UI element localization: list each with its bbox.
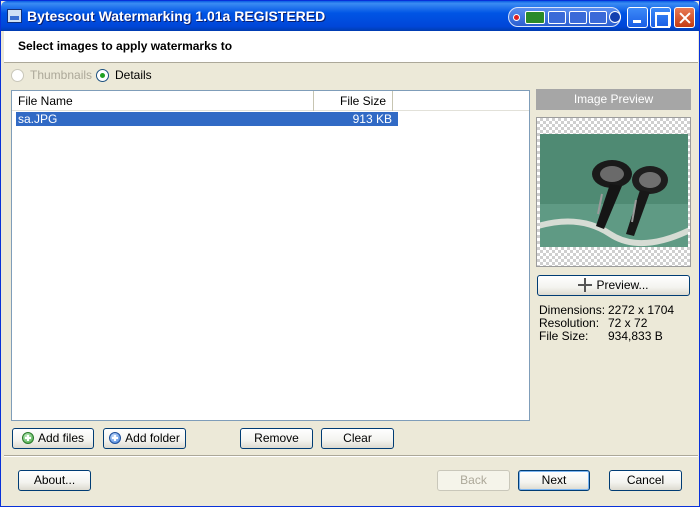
wizard-header: Select images to apply watermarks to <box>4 31 698 63</box>
clear-button[interactable]: Clear <box>321 428 394 449</box>
main-window: Bytescout Watermarking 1.01a REGISTERED … <box>0 0 700 507</box>
image-preview-box <box>536 117 691 267</box>
add-icon <box>21 432 34 444</box>
info-value: 934,833 B <box>608 329 663 343</box>
info-label: File Size: <box>539 329 589 343</box>
menu-dot-icon[interactable] <box>609 11 621 23</box>
add-files-label: Add files <box>37 431 85 445</box>
preview-image <box>540 134 688 247</box>
add-folder-icon <box>109 432 122 444</box>
remove-button[interactable]: Remove <box>240 428 313 449</box>
column-header-file-size[interactable]: File Size <box>314 91 393 111</box>
file-name-cell: sa.JPG <box>18 112 58 126</box>
info-value: 72 x 72 <box>608 316 648 330</box>
add-folder-label: Add folder <box>125 431 180 445</box>
pin-icon[interactable] <box>548 11 566 24</box>
info-value: 2272 x 1704 <box>608 303 675 317</box>
record-icon[interactable] <box>513 14 520 21</box>
radio-details-label: Details <box>115 68 152 82</box>
desktop-icon[interactable] <box>589 11 607 24</box>
info-label: Resolution: <box>539 316 600 330</box>
title-bar-toolbar <box>508 7 621 27</box>
file-size-cell: 913 KB <box>352 112 392 126</box>
cancel-button[interactable]: Cancel <box>609 470 682 491</box>
add-files-button[interactable]: Add files <box>12 428 94 449</box>
title-bar[interactable]: Bytescout Watermarking 1.01a REGISTERED <box>1 1 699 31</box>
app-icon[interactable] <box>7 9 22 23</box>
radio-checked-icon <box>96 68 109 82</box>
window-move-icon[interactable] <box>569 11 587 24</box>
preview-button[interactable]: Preview... <box>537 275 690 296</box>
footer-separator <box>4 455 698 457</box>
back-button[interactable]: Back <box>437 470 510 491</box>
move-icon <box>578 278 593 292</box>
next-button[interactable]: Next <box>518 470 590 491</box>
radio-thumbnails[interactable]: Thumbnails <box>11 68 92 82</box>
about-button[interactable]: About... <box>18 470 91 491</box>
add-folder-button[interactable]: Add folder <box>103 428 186 449</box>
window-title: Bytescout Watermarking 1.01a REGISTERED <box>27 8 326 24</box>
header-text: Select images to apply watermarks to <box>18 39 233 53</box>
minimize-button[interactable] <box>627 7 648 28</box>
nvidia-icon[interactable] <box>525 11 545 24</box>
info-label: Dimensions: <box>539 303 606 317</box>
radio-details[interactable]: Details <box>96 68 152 82</box>
table-row[interactable]: sa.JPG 913 KB <box>16 112 398 126</box>
file-list[interactable]: File Name File Size sa.JPG 913 KB <box>11 90 530 421</box>
file-list-header: File Name File Size <box>12 91 529 111</box>
image-preview-title: Image Preview <box>536 89 691 110</box>
maximize-button[interactable] <box>650 7 671 28</box>
preview-button-label: Preview... <box>596 278 649 292</box>
radio-thumbnails-label: Thumbnails <box>30 68 93 82</box>
radio-circle-icon <box>11 68 24 82</box>
column-header-file-name[interactable]: File Name <box>12 91 314 111</box>
close-button[interactable] <box>674 7 695 28</box>
earphones-image <box>540 134 688 247</box>
